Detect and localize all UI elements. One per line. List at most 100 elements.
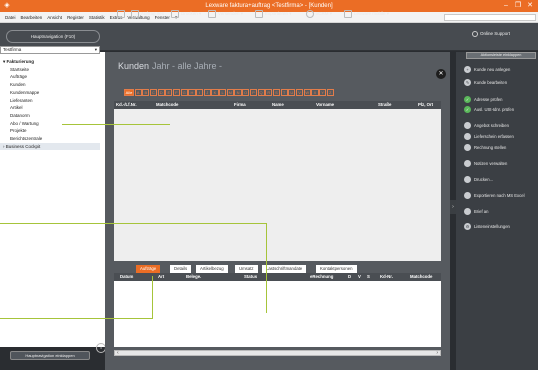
action-new-customer[interactable]: + Kunde neu anlegen bbox=[464, 66, 510, 74]
alpha-filter-b[interactable]: B bbox=[142, 89, 150, 96]
nav-item-kunden[interactable]: Kunden bbox=[0, 81, 100, 89]
column-header-firma[interactable]: Firma bbox=[234, 101, 246, 109]
alpha-filter-u[interactable]: U bbox=[288, 89, 296, 96]
alpha-filter-n[interactable]: N bbox=[234, 89, 242, 96]
action-check-address[interactable]: ✓ Adresse prüfen bbox=[464, 96, 502, 104]
orders-table[interactable] bbox=[114, 273, 441, 347]
column-header-strasse[interactable]: Straße bbox=[378, 101, 391, 109]
alpha-filter-t[interactable]: T bbox=[280, 89, 288, 96]
column-header-number[interactable]: Kd.-/Lf.Nr. bbox=[116, 101, 137, 109]
company-select[interactable]: Testfirma ▾ bbox=[0, 46, 100, 54]
column-header-matchcode[interactable]: Matchcode bbox=[156, 101, 178, 109]
tab-lastschriftmandate[interactable]: Lastschriftmandate bbox=[262, 265, 307, 273]
alpha-filter-q[interactable]: Q bbox=[257, 89, 265, 96]
alpha-filter-f[interactable]: F bbox=[172, 89, 181, 96]
column-header-d[interactable]: D bbox=[348, 273, 351, 281]
tab-umsatz[interactable]: Umsatz bbox=[235, 265, 258, 273]
close-window-button[interactable]: ✕ bbox=[524, 0, 536, 12]
action-create-invoice[interactable]: Rechnung stellen bbox=[464, 144, 506, 152]
search-input[interactable] bbox=[444, 14, 536, 21]
print-button[interactable]: Drucken ▾ bbox=[171, 9, 201, 19]
action-edit-customer[interactable]: ✎ Kunde bearbeiten bbox=[464, 79, 507, 87]
alpha-filter-m[interactable]: M bbox=[226, 89, 234, 96]
collapse-action-panel-button[interactable]: Aktionsleiste einklappen bbox=[466, 52, 536, 59]
alpha-filter-w[interactable]: W bbox=[303, 89, 311, 96]
alpha-filter-y[interactable]: Y bbox=[319, 89, 327, 96]
menu-bearbeiten[interactable]: Bearbeiten bbox=[21, 12, 43, 23]
alpha-filter-s[interactable]: S bbox=[272, 89, 281, 96]
menu-datei[interactable]: Datei bbox=[5, 12, 16, 23]
alpha-filter-k[interactable]: K bbox=[211, 89, 219, 96]
column-header-v[interactable]: V bbox=[358, 273, 361, 281]
scroll-left-icon[interactable]: ‹ bbox=[117, 350, 119, 356]
column-header-status[interactable]: Status bbox=[244, 273, 257, 281]
alpha-filter-l[interactable]: L bbox=[219, 89, 227, 96]
nav-item-berichtszentrale[interactable]: Berichtszentrale bbox=[0, 135, 100, 143]
action-letter[interactable]: Brief an bbox=[464, 208, 488, 216]
new-order-button[interactable]: Auftrag neu bbox=[131, 9, 164, 19]
scroll-right-icon[interactable]: › bbox=[436, 350, 438, 356]
nav-item-lieferanten[interactable]: Lieferanten bbox=[0, 97, 100, 105]
column-header-datum[interactable]: Datum bbox=[120, 273, 133, 281]
alpha-filter-all[interactable]: Alle bbox=[124, 89, 134, 96]
alpha-filter-o[interactable]: O bbox=[242, 89, 250, 96]
alpha-filter-c[interactable]: C bbox=[149, 89, 158, 96]
send-button[interactable]: Versenden ▾ bbox=[208, 9, 243, 19]
column-header-s[interactable]: S bbox=[367, 273, 370, 281]
column-header-plz-ort[interactable]: Plz, Ort bbox=[418, 101, 433, 109]
alpha-filter-v[interactable]: V bbox=[295, 89, 304, 96]
alpha-filter-j[interactable]: J bbox=[203, 89, 211, 96]
main-navigation-button[interactable]: Hauptnavigation (F10) bbox=[6, 30, 100, 43]
nav-item-kundenmappe[interactable]: Kundenmappe bbox=[0, 89, 100, 97]
column-header-erechnung[interactable]: eRechnung bbox=[310, 273, 333, 281]
column-header-matchcode-2[interactable]: Matchcode bbox=[410, 273, 432, 281]
lexware-mobile-button[interactable]: Lexware mobile ▾ bbox=[344, 9, 389, 19]
tab-kontaktpersonen[interactable]: Kontaktpersonen bbox=[316, 265, 357, 273]
column-header-vorname[interactable]: Vorname bbox=[316, 101, 334, 109]
column-header-name[interactable]: Name bbox=[272, 101, 284, 109]
action-write-quote[interactable]: Angebot schreiben bbox=[464, 122, 509, 130]
customer-table[interactable] bbox=[114, 101, 441, 261]
alpha-filter-z[interactable]: Z bbox=[326, 89, 334, 96]
alpha-filter-g[interactable]: G bbox=[180, 89, 188, 96]
alpha-filter-x[interactable]: X bbox=[311, 89, 319, 96]
column-header-art[interactable]: Art bbox=[158, 273, 164, 281]
year-filter[interactable]: Jahr - alle Jahre - bbox=[152, 61, 222, 71]
nav-item-projekte[interactable]: Projekte bbox=[0, 127, 100, 135]
nav-item-artikel[interactable]: Artikel bbox=[0, 104, 100, 112]
close-icon[interactable]: ✕ bbox=[436, 69, 446, 79]
column-header-belege[interactable]: Belege. bbox=[186, 273, 201, 281]
maximize-button[interactable]: ❐ bbox=[512, 0, 524, 12]
nav-item-startseite[interactable]: Startseite bbox=[0, 66, 100, 74]
tab-details[interactable]: Details bbox=[170, 265, 192, 273]
minimize-button[interactable]: – bbox=[500, 0, 512, 12]
alpha-filter-i[interactable]: I bbox=[196, 89, 204, 96]
action-create-delivery-note[interactable]: Lieferschein erfassen bbox=[464, 133, 514, 141]
nav-item-auftraege[interactable]: Aufträge bbox=[0, 73, 100, 81]
menu-ansicht[interactable]: Ansicht bbox=[47, 12, 62, 23]
action-export-excel[interactable]: Exportieren nach MS Excel bbox=[464, 192, 525, 200]
home-button[interactable] bbox=[117, 9, 127, 19]
action-manage-notes[interactable]: Notizen verwalten bbox=[464, 160, 507, 168]
action-check-vat-id[interactable]: ✓ Ausl. USt-Idnr. prüfen bbox=[464, 106, 514, 114]
alpha-filter-h[interactable]: H bbox=[188, 89, 196, 96]
online-support-link[interactable]: Online Support bbox=[472, 30, 510, 38]
alpha-filter-e[interactable]: E bbox=[165, 89, 173, 96]
collapse-navigation-button[interactable]: Hauptnavigation einklappen bbox=[10, 351, 90, 360]
alpha-filter-r[interactable]: R bbox=[265, 89, 273, 96]
alpha-filter-d[interactable]: D bbox=[157, 89, 165, 96]
alpha-filter-p[interactable]: P bbox=[249, 89, 257, 96]
alpha-filter-a[interactable]: A bbox=[134, 89, 142, 96]
tab-auftraege[interactable]: Aufträge bbox=[136, 265, 161, 273]
action-print[interactable]: Drucken... bbox=[464, 176, 493, 184]
export-button[interactable]: Exportieren ▾ bbox=[255, 9, 292, 19]
tab-artikelbezug[interactable]: Artikelbezug bbox=[196, 265, 228, 273]
nav-item-datanorm[interactable]: Datanorm bbox=[0, 112, 100, 120]
nav-item-business-cockpit[interactable]: › Business Cockpit bbox=[0, 142, 100, 151]
action-list-settings[interactable]: ⚙ Listeneinstellungen bbox=[464, 223, 510, 231]
column-header-kd-nr[interactable]: Kd-Nr. bbox=[380, 273, 393, 281]
menu-register[interactable]: Register bbox=[67, 12, 84, 23]
horizontal-scrollbar[interactable]: ‹ › bbox=[114, 350, 441, 356]
nav-section-fakturierung[interactable]: ▾ Fakturierung bbox=[0, 58, 100, 66]
menu-statistik[interactable]: Statistik bbox=[89, 12, 105, 23]
